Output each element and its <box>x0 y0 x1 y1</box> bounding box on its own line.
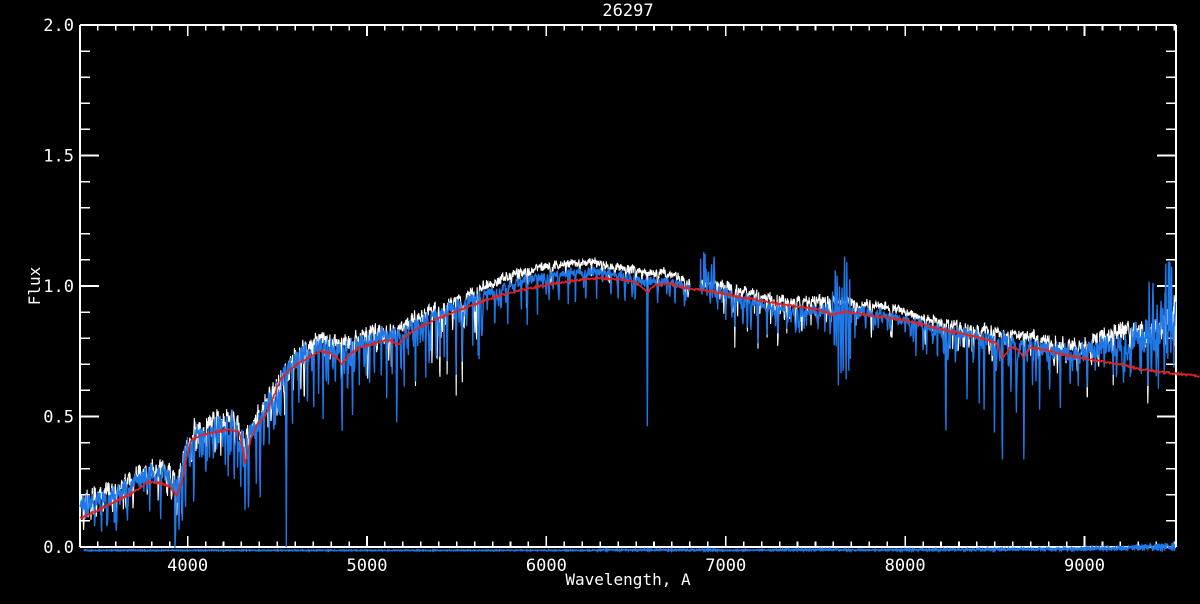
x-tick-label: 4000 <box>167 556 208 576</box>
y-tick-label: 1.5 <box>43 147 74 167</box>
y-tick-label: 2.0 <box>43 16 74 36</box>
y-tick-label: 0.0 <box>43 538 74 558</box>
spectrum-plot: 4000 5000 6000 7000 8000 90000.00.51.01.52.0 … <box>0 0 1200 600</box>
x-tick-label: 9000 <box>1064 556 1105 576</box>
spectrum-plot-window: 4000 5000 6000 7000 8000 9000 0.0 0.5 1.0 1.5 2.0 … <box>0 0 1200 600</box>
x-tick-label: 8000 <box>885 556 926 576</box>
x-tick-label: 7000 <box>705 556 746 576</box>
x-tick-label: 6000 <box>526 556 567 576</box>
chart-title: 26297 <box>602 1 653 21</box>
y-tick-label: 0.5 <box>43 408 74 428</box>
y-tick-label: 1.0 <box>43 277 74 297</box>
y-axis-label: Flux <box>25 266 44 305</box>
x-tick-label: 5000 <box>347 556 388 576</box>
x-axis-label: Wavelength, A <box>565 570 691 589</box>
